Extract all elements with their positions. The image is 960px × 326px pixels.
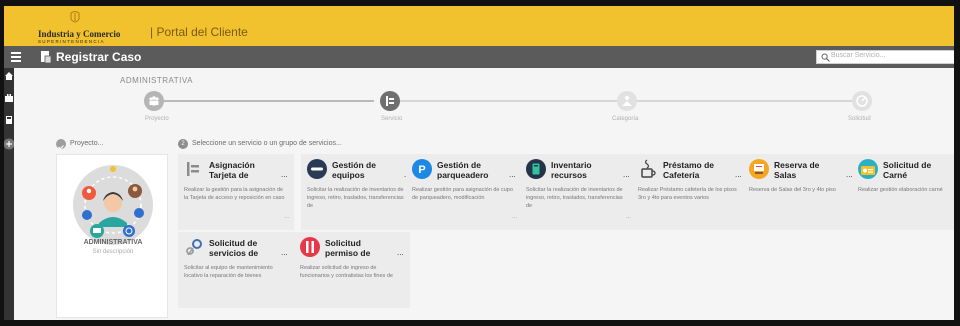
service-card[interactable]: Asignación Tarjeta de ... Realizar la ge… <box>178 154 294 230</box>
id-badge-icon <box>858 159 878 179</box>
description-ellipsis: ... <box>512 214 518 220</box>
step-proyecto[interactable] <box>144 91 164 111</box>
service-card[interactable]: Préstamo de Cafetería ... Realizar Prést… <box>632 154 748 230</box>
service-card[interactable]: Inventario recursos ... Solicitar la rea… <box>520 154 636 230</box>
stepper-connector <box>636 100 862 102</box>
step-number-badge: 2 <box>178 139 188 149</box>
window-border <box>0 0 4 326</box>
window-border <box>0 0 960 6</box>
category-icon <box>617 91 637 111</box>
sic-logo[interactable]: Industria y Comercio SUPERINTENDENCIA <box>38 11 130 44</box>
svg-text:P: P <box>418 164 425 176</box>
main-content: ADMINISTRATIVA Proyecto Servicio Categor… <box>14 68 960 320</box>
book-icon[interactable] <box>5 116 13 124</box>
service-title: Solicitud de servicios de <box>209 238 259 258</box>
service-description: Realizar solicitud de ingreso de funcion… <box>300 265 393 279</box>
service-title: Gestión de parqueadero <box>437 160 489 180</box>
service-description: Realizar gestión elaboración carné <box>858 187 943 193</box>
service-card[interactable]: Gestión de equipos ... Solicitar la real… <box>301 154 417 230</box>
app-window: Industria y Comercio SUPERINTENDENCIA | … <box>0 0 960 326</box>
service-card[interactable]: Solicitud de Carné ... Realizar gestión … <box>852 154 960 230</box>
service-card[interactable]: P Gestión de parqueadero ... Realizar ge… <box>406 154 522 230</box>
service-description: Reserva de Salas del 3ro y 4to piso <box>749 187 836 193</box>
service-section-label: Seleccione un servicio o un grupo de ser… <box>192 140 342 147</box>
step-label: Solicitud <box>848 116 871 122</box>
more-options-icon[interactable]: ... <box>509 170 516 179</box>
step-label: Servicio <box>381 116 403 122</box>
emblem-icon <box>70 11 80 23</box>
left-sidebar <box>3 68 15 320</box>
service-description: Solicitar la realización de inventarios … <box>307 187 404 209</box>
service-description: Realizar Préstamo cafetería de los pisos… <box>638 187 737 201</box>
description-ellipsis: ... <box>284 214 290 220</box>
step-label: Proyecto <box>145 116 169 122</box>
coffee-icon <box>641 159 656 178</box>
project-card-description: Sin descripción <box>92 249 134 255</box>
brand-bar: Industria y Comercio SUPERINTENDENCIA | … <box>4 6 954 46</box>
parking-icon: P <box>412 159 432 179</box>
logo-text: Industria y Comercio <box>38 29 121 39</box>
step-label: Categoría <box>612 116 639 122</box>
home-icon[interactable] <box>5 72 13 80</box>
service-title: Solicitud de Carné <box>883 160 932 180</box>
project-card-title: ADMINISTRATIVA <box>83 239 143 246</box>
step-servicio[interactable] <box>380 91 400 111</box>
service-description: Solicitar al equipo de mantenimiento loc… <box>184 265 273 279</box>
menu-icon[interactable] <box>11 52 21 62</box>
window-border <box>0 320 960 326</box>
portal-title: | Portal del Cliente <box>150 25 248 39</box>
case-document-icon <box>41 51 51 63</box>
admin-illustration-icon <box>73 165 153 245</box>
service-title: Reserva de Salas <box>774 160 820 180</box>
step-solicitud[interactable] <box>852 91 872 111</box>
inventory-icon <box>526 159 546 179</box>
service-title: Solicitud permiso de <box>325 238 371 258</box>
service-title: Gestión de equipos <box>332 160 376 180</box>
app-header: Registrar Caso Buscar Servicio... <box>4 46 956 68</box>
id-card-icon <box>187 162 199 176</box>
maintenance-icon <box>186 239 202 256</box>
stepper-connector <box>154 100 374 102</box>
project-card[interactable]: ADMINISTRATIVA Sin descripción <box>56 154 168 318</box>
project-section-label: Proyecto... <box>70 140 104 147</box>
service-description: Realizar gestión para asignación de cupo… <box>412 187 513 201</box>
service-description: Realizar la gestión para la asignación d… <box>184 187 285 201</box>
service-title: Asignación Tarjeta de <box>209 160 255 180</box>
page-title: Registrar Caso <box>56 50 142 64</box>
equipment-icon <box>307 159 327 179</box>
more-options-icon[interactable]: ... <box>281 248 288 257</box>
service-description: Solicitar la realización de inventarios … <box>526 187 623 209</box>
service-title: Inventario recursos <box>551 160 592 180</box>
request-icon <box>852 91 872 111</box>
more-options-icon[interactable]: ... <box>281 170 288 179</box>
service-card[interactable]: Solicitud de servicios de ... Solicitar … <box>178 232 294 308</box>
service-card[interactable]: Solicitud permiso de ... Realizar solici… <box>294 232 410 308</box>
meeting-room-icon <box>749 159 769 179</box>
search-input[interactable]: Buscar Servicio... <box>816 50 956 64</box>
group-icon <box>144 91 164 111</box>
description-ellipsis: ... <box>626 214 632 220</box>
service-title: Préstamo de Cafetería <box>663 160 715 180</box>
logo-subtext: SUPERINTENDENCIA <box>38 39 105 44</box>
step-categoria[interactable] <box>617 91 637 111</box>
window-border <box>954 0 960 326</box>
permit-icon <box>300 237 320 257</box>
more-options-icon[interactable]: ... <box>735 170 742 179</box>
breadcrumb: ADMINISTRATIVA <box>120 76 193 85</box>
stepper-connector <box>392 100 618 102</box>
more-options-icon[interactable]: ... <box>623 170 630 179</box>
search-icon <box>821 53 830 62</box>
more-options-icon[interactable]: ... <box>397 248 404 257</box>
search-placeholder: Buscar Servicio... <box>831 52 886 59</box>
check-icon <box>56 139 66 150</box>
briefcase-icon[interactable] <box>5 94 13 102</box>
service-icon <box>380 91 400 111</box>
service-card[interactable]: Reserva de Salas ... Reserva de Salas de… <box>743 154 859 230</box>
